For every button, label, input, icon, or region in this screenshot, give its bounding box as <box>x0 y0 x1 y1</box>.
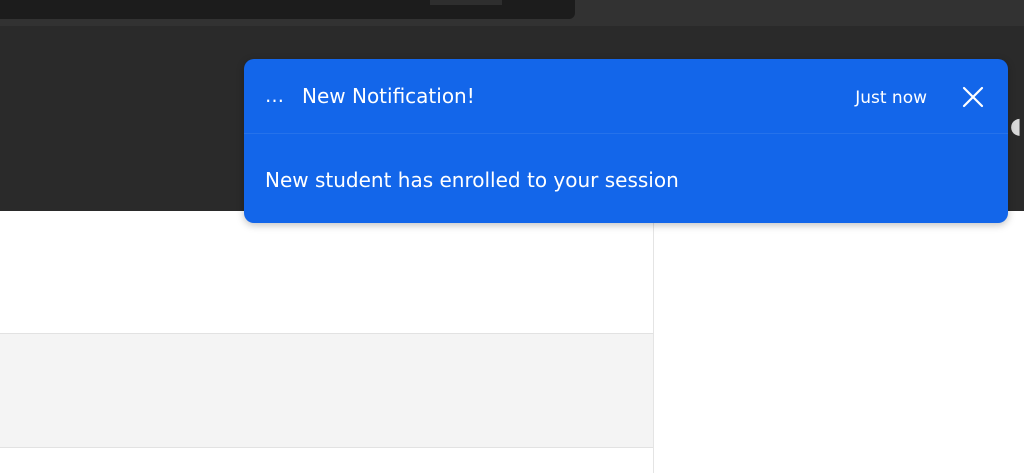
content-row <box>0 211 653 334</box>
partially-hidden-icon: ◖ <box>1010 114 1022 139</box>
main-content <box>0 211 654 473</box>
notification-message: New student has enrolled to your session <box>265 168 679 192</box>
browser-top-strip <box>0 0 1024 26</box>
notification-title: New Notification! <box>302 84 475 108</box>
notification-toast[interactable]: … New Notification! Just now New student… <box>244 59 1008 223</box>
notification-prefix: … <box>265 85 284 107</box>
notification-header: … New Notification! Just now <box>244 59 1008 134</box>
notification-time: Just now <box>855 88 927 108</box>
content-row <box>0 334 653 448</box>
browser-tab[interactable] <box>0 0 575 19</box>
right-panel <box>654 211 1024 473</box>
close-icon[interactable] <box>960 84 986 110</box>
tab-indicator <box>430 0 502 5</box>
